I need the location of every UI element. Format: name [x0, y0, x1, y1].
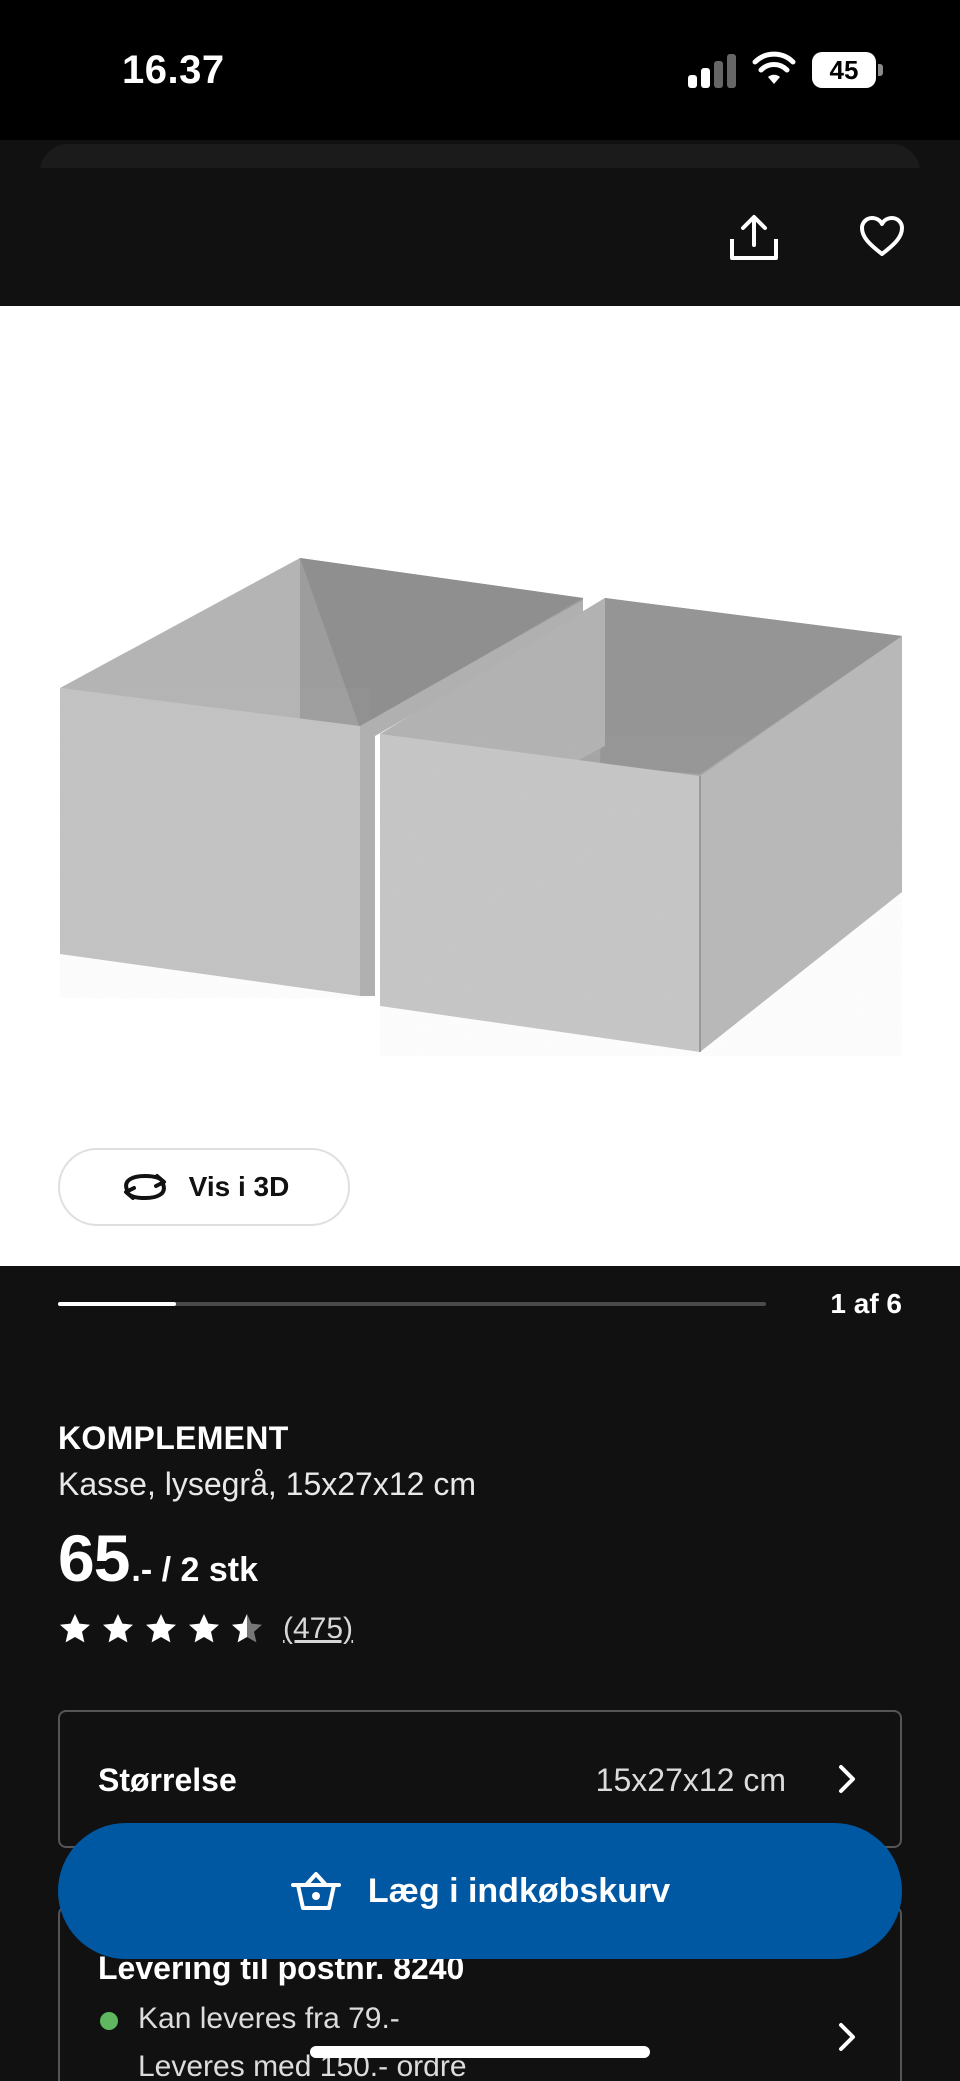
view-in-3d-label: Vis i 3D — [188, 1171, 290, 1202]
add-to-cart-button[interactable]: Læg i indkøbskurv — [58, 1823, 902, 1959]
star-icon — [60, 1614, 90, 1643]
availability-dot-icon — [100, 2012, 118, 2030]
product-image — [60, 558, 902, 1056]
cellular-signal-icon — [688, 54, 738, 88]
heart-icon — [860, 216, 904, 256]
basket-icon — [290, 1872, 341, 1910]
sheet-header — [0, 168, 960, 306]
star-icon — [103, 1614, 133, 1643]
share-icon — [730, 215, 778, 260]
add-to-cart-label: Læg i indkøbskurv — [367, 1871, 671, 1910]
rotate-3d-icon — [123, 1173, 166, 1201]
gallery-progress-bar — [58, 1302, 766, 1306]
star-icon — [232, 1614, 262, 1643]
share-button[interactable] — [722, 206, 786, 270]
product-name: KOMPLEMENT — [58, 1420, 289, 1456]
chevron-right-icon — [839, 2023, 855, 2051]
gallery-progress-fill — [58, 1302, 177, 1306]
product-price: 65 .- / 2 stk — [58, 1520, 258, 1596]
price-integer: 65 — [58, 1521, 130, 1595]
star-icon — [146, 1614, 176, 1643]
chevron-right-icon — [839, 1765, 855, 1793]
size-label: Størrelse — [98, 1762, 237, 1798]
battery-level: 45 — [812, 52, 876, 88]
size-value: 15x27x12 cm — [595, 1762, 786, 1798]
status-bar: 16.37 45 — [0, 0, 960, 140]
star-icon — [189, 1614, 219, 1643]
status-time: 16.37 — [122, 48, 225, 92]
product-description: Kasse, lysegrå, 15x27x12 cm — [58, 1466, 476, 1502]
home-indicator[interactable] — [310, 2046, 650, 2058]
favorite-button[interactable] — [850, 204, 914, 268]
battery-icon: 45 — [812, 52, 883, 88]
view-in-3d-button[interactable]: Vis i 3D — [58, 1148, 350, 1226]
delivery-availability: Kan leveres fra 79.- — [138, 2002, 400, 2035]
wifi-icon — [752, 51, 796, 84]
gallery-counter: 1 af 6 — [830, 1288, 902, 1319]
product-image-gallery[interactable]: Vis i 3D — [0, 306, 960, 1266]
price-suffix: .- / 2 stk — [131, 1551, 259, 1589]
review-count-link[interactable]: (475) — [283, 1612, 353, 1646]
product-rating[interactable]: (475) — [58, 1612, 353, 1646]
